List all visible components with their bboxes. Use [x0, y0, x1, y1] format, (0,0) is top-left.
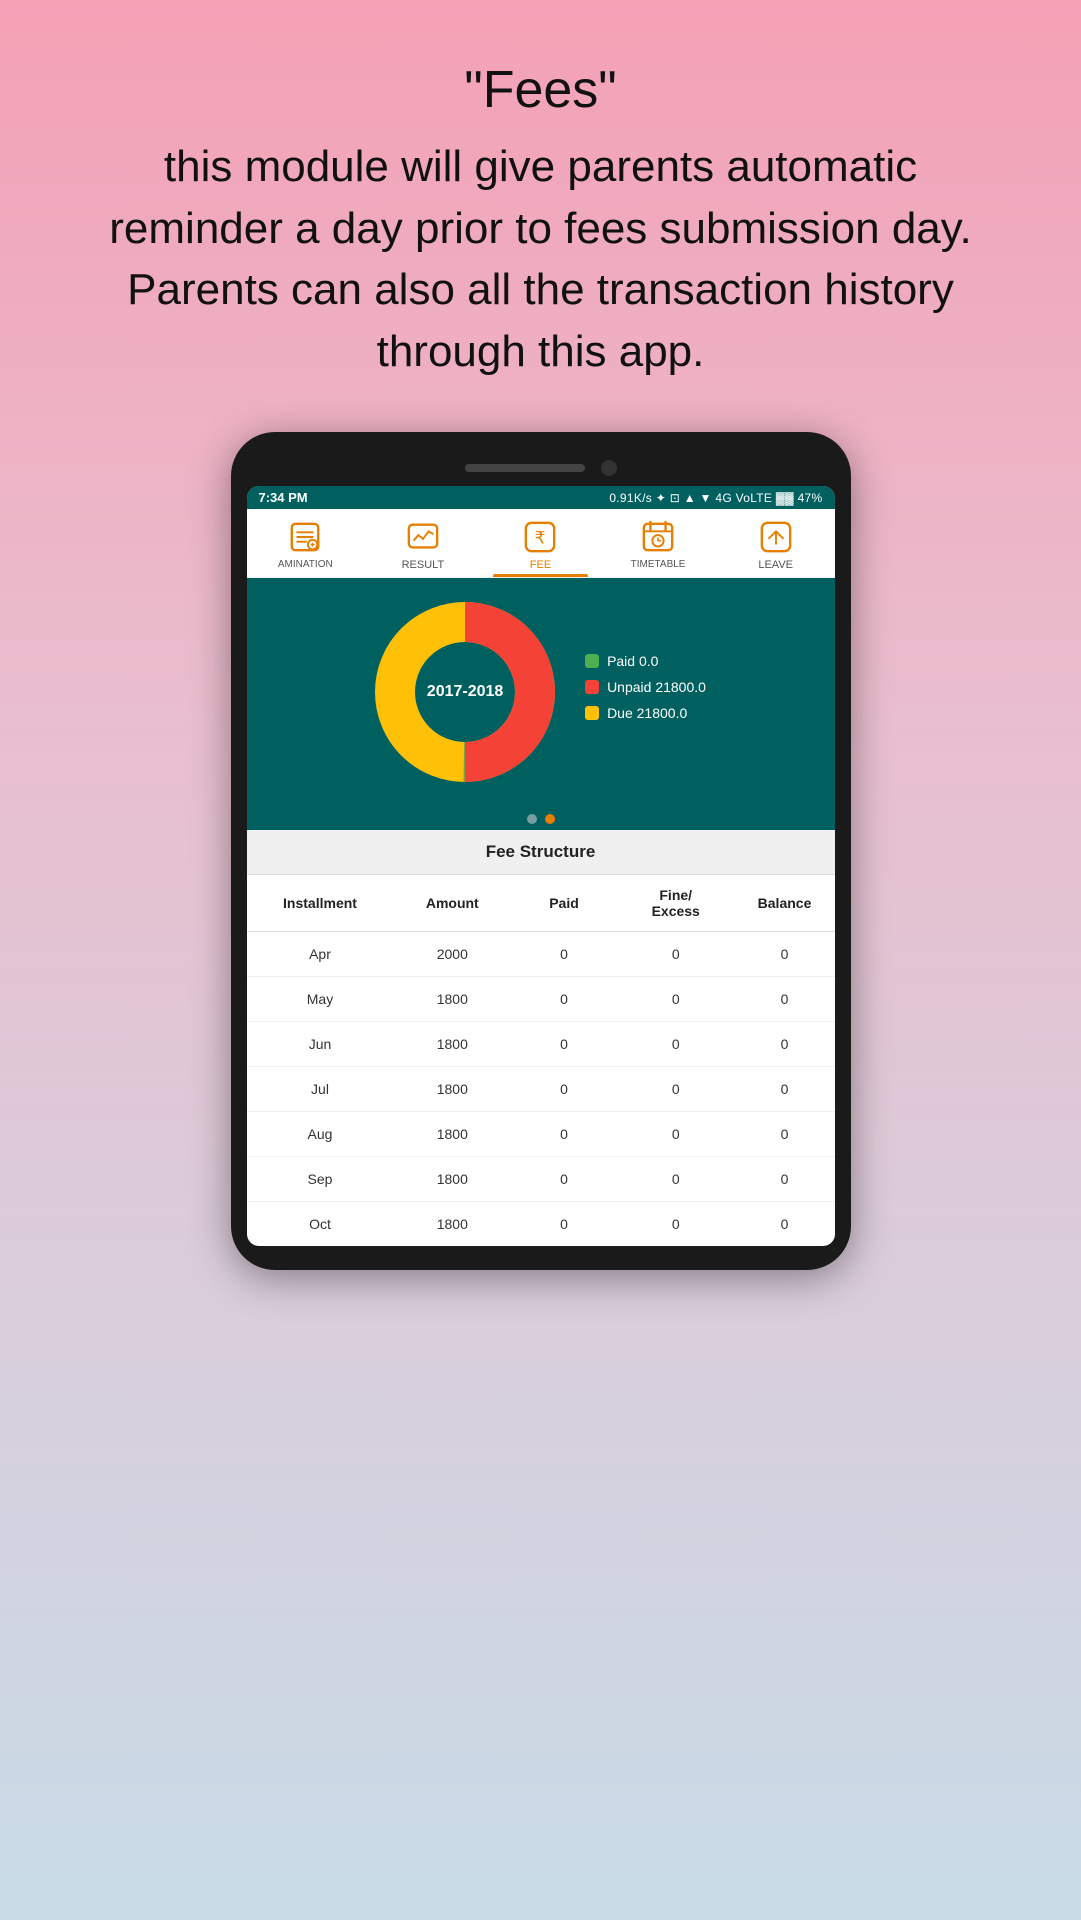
cell-amount: 1800 [394, 1022, 512, 1067]
examination-icon [287, 519, 323, 555]
cell-amount: 1800 [394, 977, 512, 1022]
table-row: Oct 1800 0 0 0 [247, 1202, 835, 1247]
cell-month: Jun [247, 1022, 394, 1067]
nav-tabs: AMINATION RESULT [247, 509, 835, 578]
tab-result[interactable]: RESULT [364, 509, 482, 577]
cell-balance: 0 [735, 1112, 835, 1157]
cell-month: Aug [247, 1112, 394, 1157]
cell-paid: 0 [511, 932, 617, 977]
cell-paid: 0 [511, 1202, 617, 1247]
col-header-fine: Fine/Excess [617, 875, 735, 932]
cell-fine: 0 [617, 1067, 735, 1112]
result-icon [405, 519, 441, 555]
carousel-dot-1[interactable] [527, 814, 537, 824]
cell-amount: 1800 [394, 1157, 512, 1202]
cell-fine: 0 [617, 932, 735, 977]
table-row: Apr 2000 0 0 0 [247, 932, 835, 977]
table-row: Jul 1800 0 0 0 [247, 1067, 835, 1112]
tab-leave-label: LEAVE [758, 559, 793, 571]
tab-examination[interactable]: AMINATION [247, 509, 365, 577]
fee-icon: ₹ [522, 519, 558, 555]
cell-month: May [247, 977, 394, 1022]
legend-paid: Paid 0.0 [585, 653, 706, 669]
col-header-paid: Paid [511, 875, 617, 932]
table-row: Jun 1800 0 0 0 [247, 1022, 835, 1067]
tab-timetable[interactable]: TIMETABLE [599, 509, 717, 577]
cell-month: Apr [247, 932, 394, 977]
status-time: 7:34 PM [259, 490, 308, 505]
legend-dot-due [585, 706, 599, 720]
phone-body: 7:34 PM 0.91K/s ✦ ⊡ ▲ ▼ 4G VoLTE ▓▓ 47% [231, 432, 851, 1270]
col-header-amount: Amount [394, 875, 512, 932]
tab-result-label: RESULT [402, 559, 445, 571]
donut-chart: 2017-2018 [375, 602, 555, 782]
legend-dot-unpaid [585, 680, 599, 694]
cell-month: Oct [247, 1202, 394, 1247]
cell-fine: 0 [617, 1022, 735, 1067]
cell-month: Jul [247, 1067, 394, 1112]
svg-text:₹: ₹ [535, 529, 546, 548]
cell-balance: 0 [735, 1157, 835, 1202]
cell-balance: 0 [735, 1067, 835, 1112]
table-row: May 1800 0 0 0 [247, 977, 835, 1022]
phone-camera [601, 460, 617, 476]
cell-paid: 0 [511, 977, 617, 1022]
timetable-icon [640, 519, 676, 555]
cell-balance: 0 [735, 1022, 835, 1067]
legend-unpaid: Unpaid 21800.0 [585, 679, 706, 695]
cell-amount: 1800 [394, 1202, 512, 1247]
cell-balance: 0 [735, 932, 835, 977]
phone-speaker [465, 464, 585, 472]
status-info: 0.91K/s ✦ ⊡ ▲ ▼ 4G VoLTE ▓▓ 47% [609, 491, 822, 505]
legend-unpaid-label: Unpaid 21800.0 [607, 679, 706, 695]
module-title: "Fees" [80, 60, 1001, 120]
chart-center-year: 2017-2018 [427, 683, 504, 701]
module-description: this module will give parents automatic … [80, 136, 1001, 382]
cell-paid: 0 [511, 1067, 617, 1112]
fee-table: Installment Amount Paid Fine/Excess Bala… [247, 875, 835, 1246]
intro-section: "Fees" this module will give parents aut… [0, 0, 1081, 412]
phone-mockup: 7:34 PM 0.91K/s ✦ ⊡ ▲ ▼ 4G VoLTE ▓▓ 47% [0, 432, 1081, 1270]
phone-notch [247, 460, 835, 476]
cell-paid: 0 [511, 1112, 617, 1157]
carousel-dot-2[interactable] [545, 814, 555, 824]
fee-structure-title: Fee Structure [247, 830, 835, 875]
cell-balance: 0 [735, 1202, 835, 1247]
cell-fine: 0 [617, 977, 735, 1022]
table-header-row: Installment Amount Paid Fine/Excess Bala… [247, 875, 835, 932]
chart-legend: Paid 0.0 Unpaid 21800.0 Due 21800.0 [585, 653, 706, 731]
cell-amount: 1800 [394, 1112, 512, 1157]
chart-section: 2017-2018 Paid 0.0 Unpaid 21800.0 Due 21… [247, 578, 835, 802]
col-header-installment: Installment [247, 875, 394, 932]
cell-amount: 1800 [394, 1067, 512, 1112]
tab-timetable-label: TIMETABLE [631, 559, 686, 570]
cell-fine: 0 [617, 1112, 735, 1157]
cell-paid: 0 [511, 1157, 617, 1202]
col-header-balance: Balance [735, 875, 835, 932]
leave-icon [758, 519, 794, 555]
cell-fine: 0 [617, 1157, 735, 1202]
table-row: Sep 1800 0 0 0 [247, 1157, 835, 1202]
tab-leave[interactable]: LEAVE [717, 509, 835, 577]
carousel-indicators [247, 802, 835, 830]
legend-paid-label: Paid 0.0 [607, 653, 658, 669]
tab-fee-label: FEE [530, 559, 551, 571]
cell-paid: 0 [511, 1022, 617, 1067]
legend-dot-paid [585, 654, 599, 668]
table-row: Aug 1800 0 0 0 [247, 1112, 835, 1157]
cell-balance: 0 [735, 977, 835, 1022]
status-bar: 7:34 PM 0.91K/s ✦ ⊡ ▲ ▼ 4G VoLTE ▓▓ 47% [247, 486, 835, 509]
cell-amount: 2000 [394, 932, 512, 977]
phone-screen: 7:34 PM 0.91K/s ✦ ⊡ ▲ ▼ 4G VoLTE ▓▓ 47% [247, 486, 835, 1246]
legend-due: Due 21800.0 [585, 705, 706, 721]
legend-due-label: Due 21800.0 [607, 705, 687, 721]
tab-fee[interactable]: ₹ FEE [482, 509, 600, 577]
cell-fine: 0 [617, 1202, 735, 1247]
tab-examination-label: AMINATION [278, 559, 333, 570]
cell-month: Sep [247, 1157, 394, 1202]
